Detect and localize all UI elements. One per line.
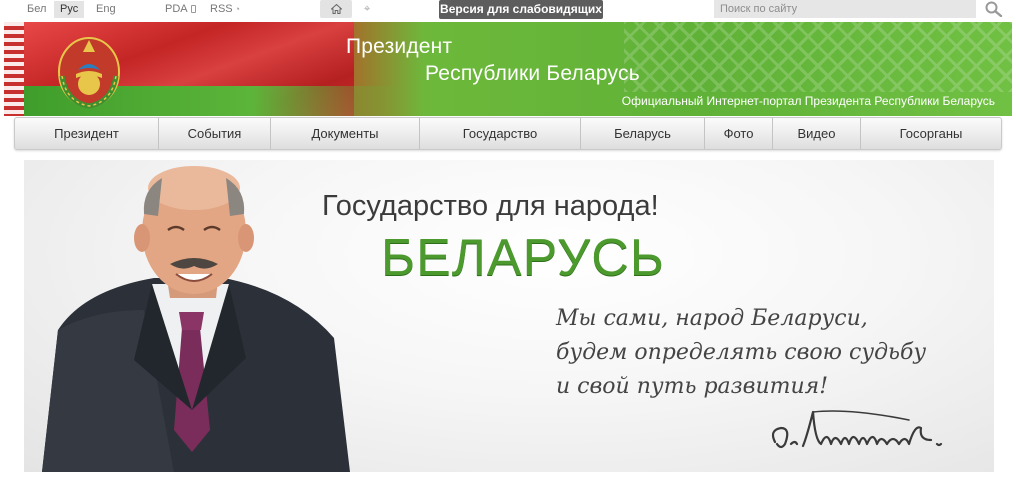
- search-input[interactable]: [714, 0, 976, 18]
- nav-item-video[interactable]: Видео: [773, 118, 861, 149]
- president-portrait-image: [42, 166, 350, 472]
- nav-item-government-bodies[interactable]: Госорганы: [861, 118, 1001, 149]
- flag-ornament: [4, 22, 24, 116]
- top-utility-bar: Бел Рус Eng PDA RSS ◔ ⌖ Версия для слабов…: [0, 0, 1016, 20]
- nav-item-belarus[interactable]: Беларусь: [581, 118, 705, 149]
- magnifier-icon: [985, 1, 1003, 17]
- hero-quote-line: и свой путь развития!: [556, 374, 829, 399]
- nav-item-photo[interactable]: Фото: [705, 118, 773, 149]
- hero-quote-line: Мы сами, народ Беларуси,: [556, 306, 868, 331]
- site-title-line1: Президент: [346, 35, 453, 58]
- phone-icon: [190, 5, 196, 13]
- site-subtitle: Официальный Интернет-портал Президента Р…: [621, 94, 995, 108]
- nav-item-president[interactable]: Президент: [15, 118, 159, 149]
- site-title-line2: Республики Беларусь: [425, 62, 640, 85]
- nav-item-events[interactable]: События: [159, 118, 271, 149]
- hero-quote-line: будем определять свою судьбу: [556, 340, 927, 365]
- language-be-link[interactable]: Бел: [21, 1, 52, 18]
- nav-item-documents[interactable]: Документы: [271, 118, 420, 149]
- hero-country-title: БЕЛАРУСЬ: [381, 229, 665, 287]
- language-ru-link[interactable]: Рус: [54, 1, 85, 18]
- main-navigation: Президент События Документы Государство …: [14, 117, 1002, 150]
- low-vision-version-button[interactable]: Версия для слабовидящих: [439, 0, 603, 19]
- rss-icon: ◔: [234, 4, 241, 14]
- pda-link[interactable]: PDA: [165, 1, 196, 18]
- hero-quote: Мы сами, народ Беларуси, будем определят…: [556, 302, 926, 404]
- nav-item-state[interactable]: Государство: [420, 118, 581, 149]
- sitemap-icon[interactable]: ⌖: [364, 2, 370, 16]
- home-button[interactable]: [320, 0, 352, 18]
- pda-label: PDA: [165, 3, 188, 15]
- search-button[interactable]: [984, 0, 1004, 18]
- rss-label: RSS: [210, 3, 233, 15]
- header-ornament-pattern: [624, 22, 1012, 92]
- hero-slogan: Государство для народа!: [322, 190, 659, 222]
- state-emblem-icon[interactable]: [54, 32, 124, 110]
- home-icon: [330, 4, 342, 14]
- handwritten-signature: [771, 410, 943, 449]
- site-header-banner: Президент Республики Беларусь Официальны…: [4, 22, 1012, 116]
- language-en-link[interactable]: Eng: [90, 1, 122, 18]
- rss-link[interactable]: RSS ◔: [210, 1, 240, 18]
- hero-banner[interactable]: Государство для народа! БЕЛАРУСЬ Мы сами…: [24, 160, 994, 472]
